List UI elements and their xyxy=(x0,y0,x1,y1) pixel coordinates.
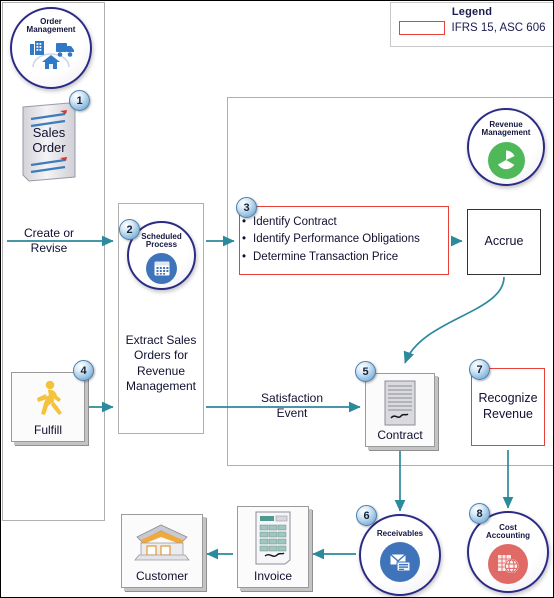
badge-7: 7 xyxy=(469,359,490,380)
revenue-management-label-2: Management xyxy=(481,128,531,138)
badge-3: 3 xyxy=(236,197,257,218)
node-accrue[interactable]: Accrue xyxy=(467,209,541,275)
contract-label: Contract xyxy=(377,428,423,442)
satisfaction-event-line-1: Satisfaction xyxy=(260,391,324,405)
cost-accounting-label-2: Accounting xyxy=(486,531,530,541)
recognize-revenue-line-1: Recognize xyxy=(478,391,538,406)
signed-document-icon xyxy=(381,374,419,428)
badge-4: 4 xyxy=(73,360,94,381)
cost-globe-icon xyxy=(488,543,528,584)
node-sales-order[interactable]: Sales Order xyxy=(19,101,79,183)
scheduled-process-label-2: Process xyxy=(145,240,178,250)
building-icon xyxy=(131,515,193,569)
node-contract[interactable]: Contract xyxy=(365,373,435,447)
create-or-revise-line-2: Revise xyxy=(30,241,68,256)
list-item: Identify Contract xyxy=(242,214,449,232)
fulfill-label: Fulfill xyxy=(33,423,62,437)
label-create-or-revise: Create or Revise xyxy=(7,226,91,257)
list-item: Identify Performance Obligations xyxy=(242,231,449,249)
recognize-revenue-line-2: Revenue xyxy=(482,407,534,421)
node-fulfill[interactable]: Fulfill xyxy=(11,372,85,442)
accrue-label: Accrue xyxy=(484,234,524,249)
satisfaction-event-line-2: Event xyxy=(276,406,308,421)
sales-order-label-1: Sales xyxy=(32,125,66,140)
node-invoice[interactable]: Invoice xyxy=(237,506,309,588)
factory-truck-house-icon xyxy=(25,37,77,76)
envelope-icon xyxy=(380,542,420,583)
receivables-label: Receivables xyxy=(376,529,424,538)
legend-title: Legend xyxy=(451,6,493,18)
legend: Legend IFRS 15, ASC 606 xyxy=(390,2,553,47)
pie-chart-icon xyxy=(487,141,525,179)
scheduled-process-caption: Extract Sales Orders for Revenue Managem… xyxy=(125,333,197,394)
node-recognize-revenue[interactable]: Recognize Revenue xyxy=(471,368,545,446)
sales-order-label: Sales Order xyxy=(19,125,79,155)
sales-order-label-2: Order xyxy=(32,140,66,155)
node-order-management[interactable]: Order Management xyxy=(10,7,92,89)
badge-2: 2 xyxy=(119,219,140,240)
runner-icon xyxy=(30,373,66,423)
calendar-icon xyxy=(146,252,177,284)
badge-6: 6 xyxy=(356,505,377,526)
invoice-document-icon xyxy=(251,507,295,569)
order-management-label-2: Management xyxy=(26,25,76,35)
node-revenue-management[interactable]: Revenue Management xyxy=(467,108,545,186)
invoice-label: Invoice xyxy=(253,569,293,583)
badge-1: 1 xyxy=(69,90,90,111)
customer-label: Customer xyxy=(135,569,188,583)
diagram-canvas: Legend IFRS 15, ASC 606 Order Management xyxy=(0,0,554,598)
five-step-model-list: Identify Contract Identify Performance O… xyxy=(239,214,449,274)
label-satisfaction-event: Satisfaction Event xyxy=(237,391,347,422)
list-item: Determine Transaction Price xyxy=(242,249,449,267)
create-or-revise-line-1: Create or xyxy=(23,226,75,240)
legend-entry-label: IFRS 15, ASC 606 xyxy=(451,22,546,34)
badge-8: 8 xyxy=(469,503,490,524)
node-receivables[interactable]: Receivables xyxy=(359,514,441,596)
legend-swatch-icon xyxy=(398,21,445,35)
badge-5: 5 xyxy=(355,361,376,382)
node-customer[interactable]: Customer xyxy=(121,514,203,588)
recognize-revenue-label: Recognize Revenue xyxy=(478,391,537,422)
